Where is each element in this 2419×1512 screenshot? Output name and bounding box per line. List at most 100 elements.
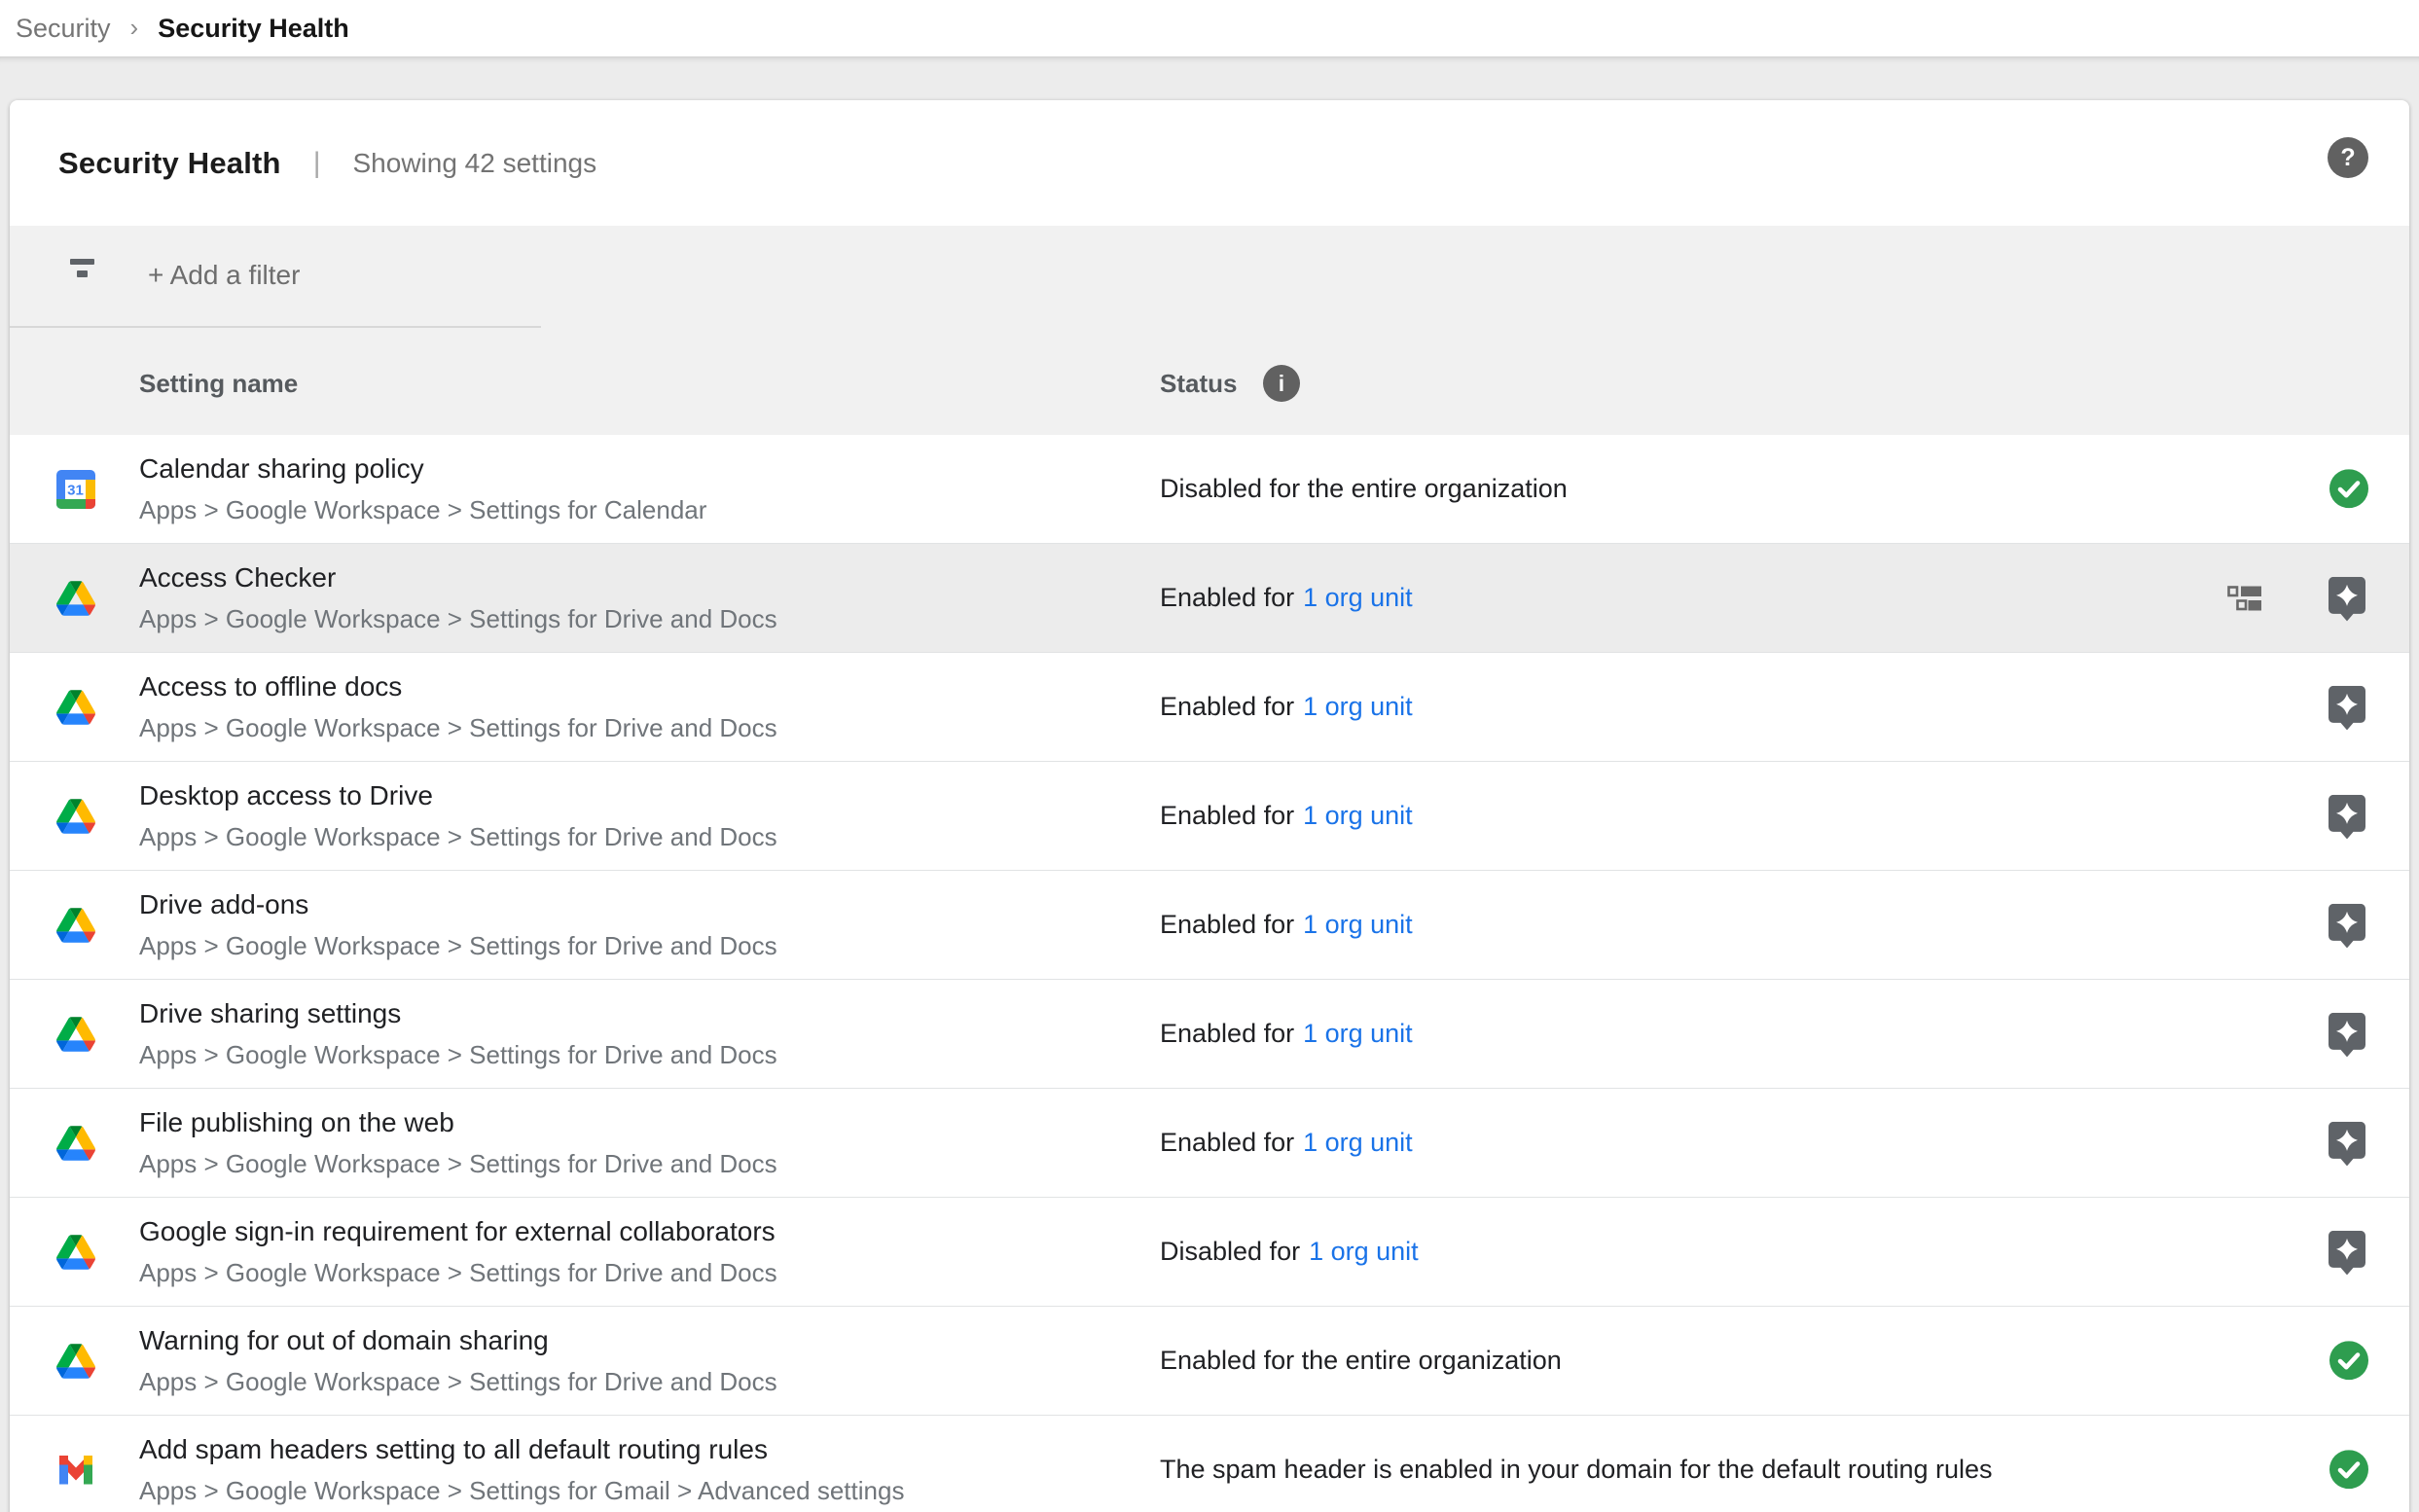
org-unit-link[interactable]: 1 org unit bbox=[1303, 1019, 1413, 1049]
setting-path: Apps > Google Workspace > Settings for D… bbox=[139, 713, 777, 743]
setting-name: Add spam headers setting to all default … bbox=[139, 1434, 904, 1465]
org-unit-link[interactable]: 1 org unit bbox=[1303, 801, 1413, 831]
add-filter-button[interactable]: + Add a filter bbox=[148, 245, 300, 306]
table-row[interactable]: Access Checker Apps > Google Workspace >… bbox=[10, 544, 2409, 653]
setting-cell: Access Checker Apps > Google Workspace >… bbox=[139, 562, 777, 634]
setting-cell: Drive sharing settings Apps > Google Wor… bbox=[139, 998, 777, 1070]
recommendation-badge-icon[interactable] bbox=[2329, 1230, 2365, 1275]
setting-name: Drive sharing settings bbox=[139, 998, 777, 1029]
recommendation-badge-icon[interactable] bbox=[2329, 685, 2365, 730]
recommendation-badge-icon[interactable] bbox=[2329, 576, 2365, 621]
google-drive-icon bbox=[56, 1233, 95, 1272]
recommendation-badge-icon[interactable] bbox=[2329, 903, 2365, 948]
org-unit-link[interactable]: 1 org unit bbox=[1303, 1128, 1413, 1158]
filter-section: + Add a filter Setting name Status i bbox=[10, 226, 2409, 435]
filter-divider bbox=[10, 326, 541, 328]
green-check-circle-icon bbox=[2329, 1341, 2368, 1380]
setting-cell: Google sign-in requirement for external … bbox=[139, 1216, 777, 1288]
setting-name: Google sign-in requirement for external … bbox=[139, 1216, 777, 1247]
setting-path: Apps > Google Workspace > Settings for C… bbox=[139, 495, 706, 525]
setting-cell: Desktop access to Drive Apps > Google Wo… bbox=[139, 780, 777, 852]
setting-path: Apps > Google Workspace > Settings for D… bbox=[139, 1367, 777, 1397]
status-text: Disabled for bbox=[1160, 1237, 1300, 1267]
breadcrumb: Security › Security Health bbox=[0, 0, 2419, 56]
table-row[interactable]: Desktop access to Drive Apps > Google Wo… bbox=[10, 762, 2409, 871]
setting-path: Apps > Google Workspace > Settings for D… bbox=[139, 931, 777, 961]
setting-cell: Access to offline docs Apps > Google Wor… bbox=[139, 671, 777, 743]
card-header: Security Health | Showing 42 settings ? bbox=[10, 100, 2409, 226]
org-unit-link[interactable]: 1 org unit bbox=[1303, 692, 1413, 722]
table-row[interactable]: Google sign-in requirement for external … bbox=[10, 1198, 2409, 1307]
green-check-circle-icon bbox=[2329, 469, 2368, 508]
status-cell: Enabled for 1 org unit bbox=[1160, 1089, 1413, 1197]
table-row[interactable]: File publishing on the web Apps > Google… bbox=[10, 1089, 2409, 1198]
page-background: Security Health | Showing 42 settings ? … bbox=[0, 56, 2419, 1512]
setting-path: Apps > Google Workspace > Settings for D… bbox=[139, 1258, 777, 1288]
column-header-setting-name: Setting name bbox=[139, 369, 298, 399]
org-unit-link[interactable]: 1 org unit bbox=[1303, 583, 1413, 613]
status-cell: The spam header is enabled in your domai… bbox=[1160, 1416, 1993, 1512]
setting-name: Desktop access to Drive bbox=[139, 780, 777, 811]
status-text: Enabled for bbox=[1160, 583, 1294, 613]
status-cell: Enabled for 1 org unit bbox=[1160, 871, 1413, 979]
status-text: Enabled for bbox=[1160, 1019, 1294, 1049]
status-text: Enabled for bbox=[1160, 692, 1294, 722]
setting-name: Drive add-ons bbox=[139, 889, 777, 920]
status-cell: Disabled for 1 org unit bbox=[1160, 1198, 1419, 1306]
page-title: Security Health bbox=[58, 146, 281, 181]
recommendation-badge-icon[interactable] bbox=[2329, 1012, 2365, 1057]
status-cell: Enabled for 1 org unit bbox=[1160, 544, 1413, 652]
google-drive-icon bbox=[56, 1342, 95, 1381]
google-drive-icon bbox=[56, 579, 95, 618]
setting-path: Apps > Google Workspace > Settings for G… bbox=[139, 1476, 904, 1506]
status-cell: Enabled for 1 org unit bbox=[1160, 762, 1413, 870]
column-header-status: Status bbox=[1160, 369, 1237, 399]
status-text: Enabled for the entire organization bbox=[1160, 1346, 1562, 1376]
google-drive-icon bbox=[56, 688, 95, 727]
status-cell: Enabled for 1 org unit bbox=[1160, 980, 1413, 1088]
setting-path: Apps > Google Workspace > Settings for D… bbox=[139, 1040, 777, 1070]
table-row[interactable]: Access to offline docs Apps > Google Wor… bbox=[10, 653, 2409, 762]
google-drive-icon bbox=[56, 1124, 95, 1163]
setting-cell: Warning for out of domain sharing Apps >… bbox=[139, 1325, 777, 1397]
setting-name: Warning for out of domain sharing bbox=[139, 1325, 777, 1356]
breadcrumb-current: Security Health bbox=[158, 14, 349, 44]
org-units-icon bbox=[2227, 586, 2262, 611]
status-info-icon[interactable]: i bbox=[1263, 365, 1300, 402]
setting-cell: Drive add-ons Apps > Google Workspace > … bbox=[139, 889, 777, 961]
recommendation-badge-icon[interactable] bbox=[2329, 794, 2365, 839]
table-row[interactable]: Drive add-ons Apps > Google Workspace > … bbox=[10, 871, 2409, 980]
settings-table: Calendar sharing policy Apps > Google Wo… bbox=[10, 435, 2409, 1512]
status-text: Disabled for the entire organization bbox=[1160, 474, 1568, 504]
breadcrumb-chevron-icon: › bbox=[130, 13, 139, 43]
setting-name: Access Checker bbox=[139, 562, 777, 594]
help-icon[interactable]: ? bbox=[2328, 137, 2368, 178]
org-unit-link[interactable]: 1 org unit bbox=[1309, 1237, 1419, 1267]
org-unit-link[interactable]: 1 org unit bbox=[1303, 910, 1413, 940]
recommendation-badge-icon[interactable] bbox=[2329, 1121, 2365, 1166]
status-cell: Disabled for the entire organization bbox=[1160, 435, 1568, 543]
green-check-circle-icon bbox=[2329, 1450, 2368, 1489]
setting-path: Apps > Google Workspace > Settings for D… bbox=[139, 604, 777, 634]
setting-cell: Add spam headers setting to all default … bbox=[139, 1434, 904, 1506]
status-text: Enabled for bbox=[1160, 1128, 1294, 1158]
google-calendar-icon bbox=[56, 470, 95, 509]
setting-cell: Calendar sharing policy Apps > Google Wo… bbox=[139, 453, 706, 525]
setting-name: Calendar sharing policy bbox=[139, 453, 706, 485]
table-row[interactable]: Warning for out of domain sharing Apps >… bbox=[10, 1307, 2409, 1416]
filter-funnel-icon[interactable] bbox=[64, 259, 101, 283]
settings-count: Showing 42 settings bbox=[353, 148, 597, 179]
table-row[interactable]: Calendar sharing policy Apps > Google Wo… bbox=[10, 435, 2409, 544]
table-row[interactable]: Add spam headers setting to all default … bbox=[10, 1416, 2409, 1512]
status-cell: Enabled for the entire organization bbox=[1160, 1307, 1562, 1415]
breadcrumb-parent[interactable]: Security bbox=[16, 14, 111, 44]
table-row[interactable]: Drive sharing settings Apps > Google Wor… bbox=[10, 980, 2409, 1089]
status-text: Enabled for bbox=[1160, 910, 1294, 940]
google-drive-icon bbox=[56, 906, 95, 945]
setting-path: Apps > Google Workspace > Settings for D… bbox=[139, 822, 777, 852]
status-text: Enabled for bbox=[1160, 801, 1294, 831]
google-drive-icon bbox=[56, 1015, 95, 1054]
setting-name: Access to offline docs bbox=[139, 671, 777, 702]
setting-path: Apps > Google Workspace > Settings for D… bbox=[139, 1149, 777, 1179]
setting-name: File publishing on the web bbox=[139, 1107, 777, 1138]
